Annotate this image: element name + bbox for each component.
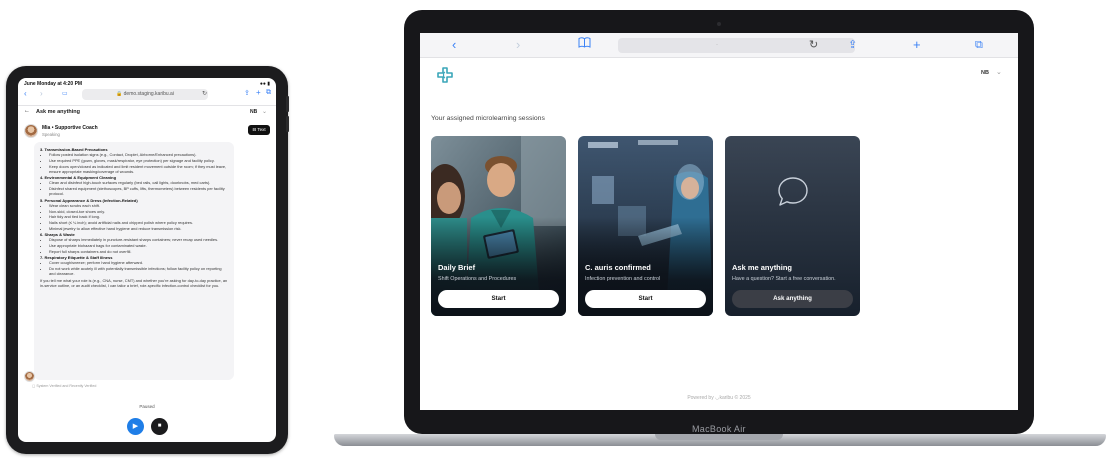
ipad-volume-button xyxy=(286,96,289,112)
coach-name: Mia • Supportive Coach xyxy=(42,125,98,131)
footer: Powered by ◡karibu © 2025 xyxy=(687,395,751,401)
chat-list-item: Nails short (≤ ¼ inch); avoid artificial… xyxy=(49,220,228,225)
ask-anything-button[interactable]: Ask anything xyxy=(732,290,853,308)
ipad-screen: June Monday at 4:20 PM ●● ▮ ‹ › ▭ AA ⇪ +… xyxy=(18,78,276,442)
chat-section-list: Cover cough/sneeze; perform hand hygiene… xyxy=(49,260,228,276)
coach-row: Mia • Supportive Coach Speaking ⊟ Text xyxy=(24,124,270,142)
chat-list-item: Keep doors open/closed as indicated and … xyxy=(49,164,228,174)
chat-list-item: Disinfect shared equipment (stethoscopes… xyxy=(49,186,228,196)
card-subtitle: Have a question? Start a free conversati… xyxy=(732,276,836,282)
share-icon[interactable]: ⇪ xyxy=(244,89,250,97)
chat-header: ← Ask me anything NB ⌄ xyxy=(24,108,270,118)
card-subtitle: Infection prevention and control xyxy=(585,276,661,282)
language-selector[interactable]: NB xyxy=(250,109,257,115)
session-card-daily-brief[interactable]: Daily Brief Shift Operations and Procedu… xyxy=(431,136,566,316)
karibu-logo-icon[interactable] xyxy=(436,66,454,84)
macbook-notch xyxy=(655,434,783,440)
new-tab-icon[interactable]: + xyxy=(256,88,261,97)
camera xyxy=(717,22,721,26)
device-label: MacBook Air xyxy=(692,424,746,434)
new-tab-icon[interactable]: + xyxy=(913,37,921,53)
back-icon[interactable]: ‹ xyxy=(24,89,27,98)
reload-icon[interactable]: ↻ xyxy=(202,90,207,97)
address-bar[interactable]: 🔒 demo.staging.karibu.ai xyxy=(82,89,208,100)
chat-list-item: Hair tidy and tied back if long. xyxy=(49,214,228,219)
language-selector[interactable]: NB xyxy=(981,70,989,76)
play-button[interactable]: ▶ xyxy=(127,418,144,435)
session-card-c-auris[interactable]: C. auris confirmed Infection prevention … xyxy=(578,136,713,316)
bookmarks-icon[interactable] xyxy=(578,37,591,54)
start-button[interactable]: Start xyxy=(438,290,559,308)
address-text: · xyxy=(716,42,718,48)
sidebar-icon[interactable]: ▭ xyxy=(62,90,68,97)
forward-icon[interactable]: › xyxy=(40,89,43,98)
chat-bubble-icon xyxy=(778,177,808,206)
chat-list-item: Dispose of sharps immediately in punctur… xyxy=(49,237,228,242)
reload-icon[interactable]: ↻ xyxy=(809,37,818,53)
chat-section-list: Wear clean scrubs each shift.Non-skid, c… xyxy=(49,203,228,231)
c-auris-photo xyxy=(578,136,713,316)
safari-toolbar: ‹ › · ↻ ⇪ + ⧉ xyxy=(420,33,1018,58)
chat-title: Ask me anything xyxy=(36,109,81,115)
status-time: June Monday at 4:20 PM xyxy=(24,81,83,87)
chat-list-item: Wear clean scrubs each shift. xyxy=(49,203,228,208)
start-button[interactable]: Start xyxy=(585,290,706,308)
stop-button[interactable]: ■ xyxy=(151,418,168,435)
card-title: C. auris confirmed xyxy=(585,263,651,272)
chat-list-item: Use required PPE (gown, gloves, mask/res… xyxy=(49,158,228,163)
paused-label: Paused xyxy=(139,404,155,409)
ipad-volume-button-2 xyxy=(286,116,289,132)
card-subtitle: Shift Operations and Procedures xyxy=(438,276,517,282)
chat-list-item: Cover cough/sneeze; perform hand hygiene… xyxy=(49,260,228,265)
chat-list-item: Minimal jewelry to allow effective hand … xyxy=(49,226,228,231)
chat-list-item: Clean and disinfect high-touch surfaces … xyxy=(49,180,228,185)
chat-closing-text: If you tell me what your role is (e.g., … xyxy=(40,277,228,288)
card-title: Daily Brief xyxy=(438,263,476,272)
chat-section-list: Clean and disinfect high-touch surfaces … xyxy=(49,180,228,196)
coach-status: Speaking xyxy=(42,132,60,137)
sessions-heading: Your assigned microlearning sessions xyxy=(431,115,545,122)
chat-list-item: Use appropriate biohazard bags for conta… xyxy=(49,243,228,248)
coach-avatar xyxy=(24,124,38,138)
forward-icon[interactable]: › xyxy=(516,37,520,53)
tabs-icon[interactable]: ⧉ xyxy=(266,89,271,97)
chat-section-list: Follow posted isolation signs (e.g., Con… xyxy=(49,152,228,174)
tabs-icon[interactable]: ⧉ xyxy=(975,37,983,53)
divider xyxy=(18,105,276,106)
chevron-down-icon[interactable]: ⌄ xyxy=(996,68,1002,76)
daily-brief-photo xyxy=(431,136,566,316)
sources-note: ▢ System Verified and Recently Verified xyxy=(32,384,97,388)
share-icon[interactable]: ⇪ xyxy=(848,37,857,53)
card-title: Ask me anything xyxy=(732,263,793,272)
macbook-screen: ‹ › · ↻ ⇪ + ⧉ NB ⌄ Your assigned microle… xyxy=(420,33,1018,410)
text-mode-button[interactable]: ⊟ Text xyxy=(248,125,270,135)
coach-avatar-small xyxy=(24,371,35,382)
status-indicators: ●● ▮ xyxy=(259,81,270,87)
session-card-ask-anything[interactable]: Ask me anything Have a question? Start a… xyxy=(725,136,860,316)
chat-list-item: Follow posted isolation signs (e.g., Con… xyxy=(49,152,228,157)
address-bar[interactable] xyxy=(618,38,855,53)
chat-section-list: Dispose of sharps immediately in punctur… xyxy=(49,237,228,254)
back-icon[interactable]: ‹ xyxy=(452,37,456,53)
chat-list-item: Non-skid, closed-toe shoes only. xyxy=(49,209,228,214)
chat-list-item: Report full sharps containers and do not… xyxy=(49,249,228,254)
chevron-down-icon[interactable]: ⌄ xyxy=(262,108,267,115)
chat-list-item: Do not work while acutely ill with poten… xyxy=(49,266,228,276)
chat-message-bubble: 3. Transmission-Based PrecautionsFollow … xyxy=(34,142,234,380)
back-button[interactable]: ← xyxy=(24,108,30,114)
